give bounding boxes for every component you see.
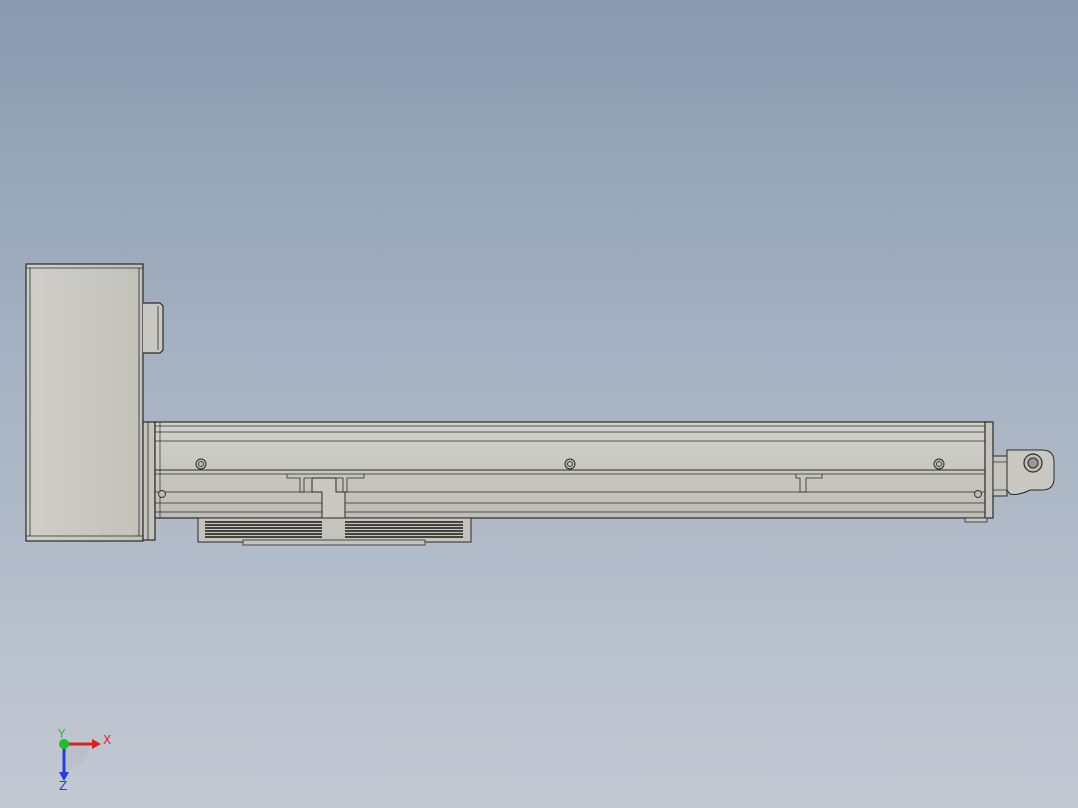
x-axis-arrowhead <box>92 739 101 749</box>
rail-screw <box>195 458 207 470</box>
orientation-triad: X Y Z <box>57 727 111 793</box>
rail-screw <box>933 458 945 470</box>
rail-screw <box>974 490 982 498</box>
rail-body[interactable] <box>154 421 988 519</box>
bellows-cover[interactable] <box>197 517 472 546</box>
adapter-plate[interactable] <box>142 421 156 541</box>
air-fitting[interactable] <box>992 449 1055 497</box>
motor-connector[interactable] <box>143 302 164 354</box>
linear-actuator-side-view[interactable]: X Y Z <box>0 0 1078 808</box>
rail-screw <box>564 458 576 470</box>
x-axis-label: X <box>103 733 111 747</box>
motor-housing[interactable] <box>25 263 144 542</box>
y-axis-label: Y <box>57 727 66 741</box>
z-axis-label: Z <box>59 779 67 793</box>
rail-screw <box>158 490 166 498</box>
cad-viewport[interactable]: X Y Z <box>0 0 1078 808</box>
